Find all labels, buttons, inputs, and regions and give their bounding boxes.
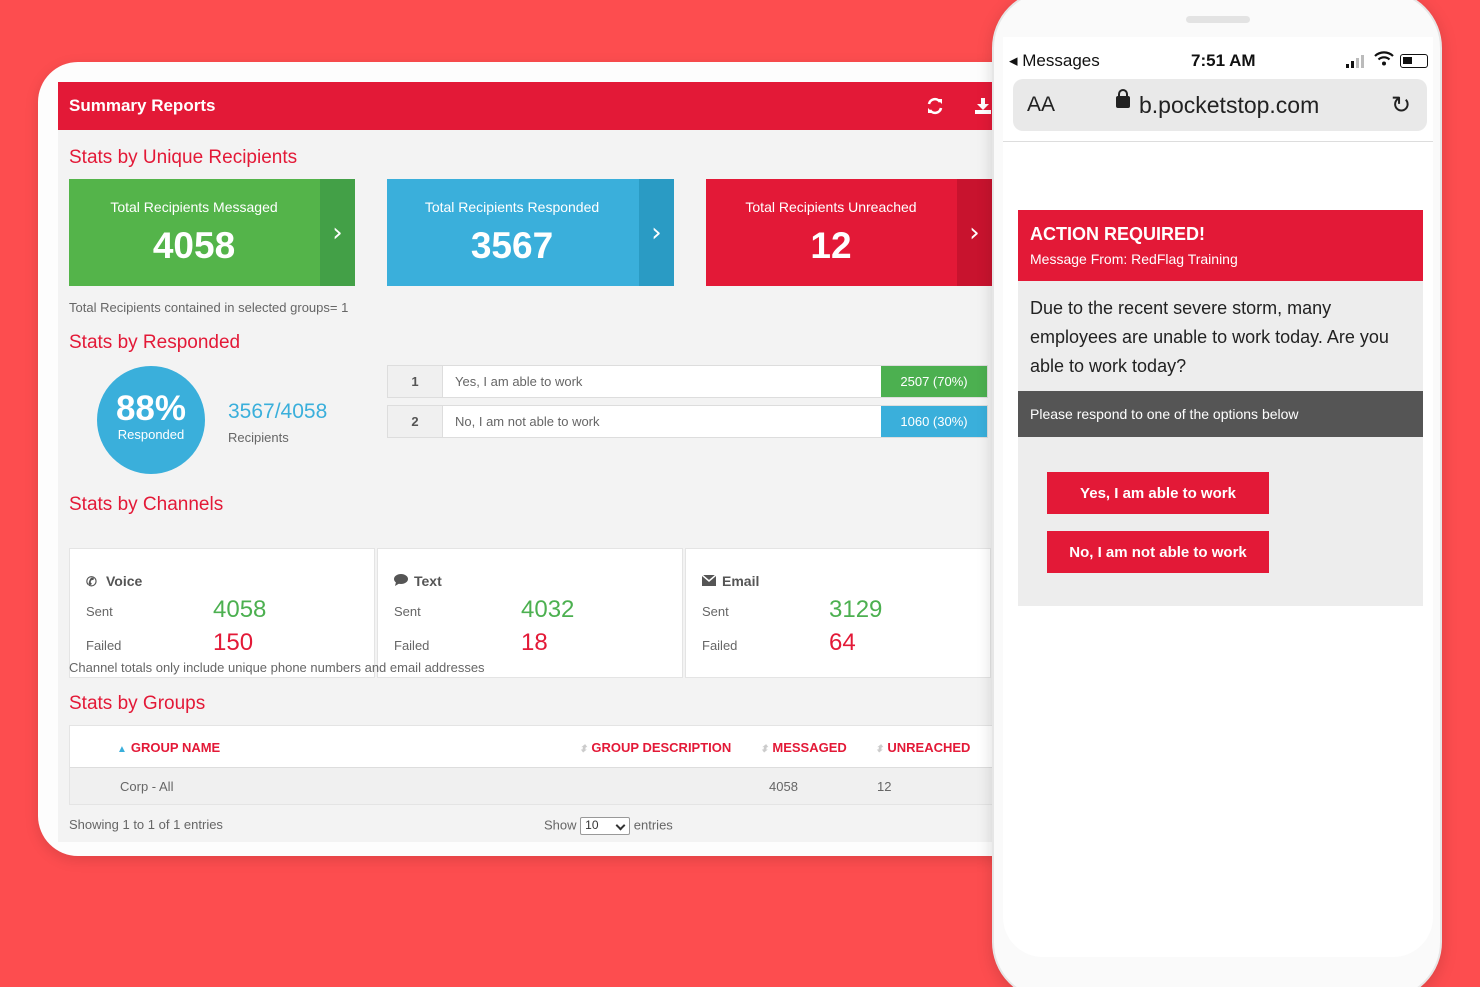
sent-label: Sent <box>702 604 729 619</box>
signal-icon <box>1346 55 1364 68</box>
reload-icon[interactable]: ↻ <box>1391 91 1411 119</box>
cell-unreached: 12 <box>877 779 892 794</box>
card-value: 4058 <box>152 225 236 266</box>
page-length-control: Show 10 entries <box>544 817 673 835</box>
table-row[interactable]: Corp - All 4058 12 <box>70 768 1017 804</box>
divider <box>1003 141 1433 142</box>
response-count: 2507 (70%) <box>881 366 987 397</box>
responded-percent-label: Responded <box>117 427 185 442</box>
chat-bubble-icon <box>394 574 410 589</box>
tablet-frame: Summary Reports Stats by Unique Recipien… <box>38 62 1038 856</box>
phone-icon: ✆ <box>86 574 97 589</box>
section-title-unique: Stats by Unique Recipients <box>69 147 298 168</box>
sent-label: Sent <box>394 604 421 619</box>
card-label: Total Recipients Unreached <box>745 199 917 215</box>
failed-value: 64 <box>829 629 856 656</box>
message-title: ACTION REQUIRED! <box>1030 224 1205 244</box>
channel-voice: ✆ Voice Sent 4058 Failed 150 <box>69 548 375 678</box>
responded-percent-circle: 88% Responded <box>97 366 205 474</box>
phone-screen: ◂ Messages 7:51 AM AA b.pocketstop.com ↻… <box>1003 37 1433 957</box>
failed-label: Failed <box>86 638 122 653</box>
response-number: 1 <box>388 366 443 397</box>
recipients-note: Total Recipients contained in selected g… <box>69 300 349 315</box>
message-card: ACTION REQUIRED! Message From: RedFlag T… <box>1018 210 1423 606</box>
text-size-button[interactable]: AA <box>1027 93 1055 117</box>
response-count: 1060 (30%) <box>881 406 987 437</box>
wifi-icon <box>1374 50 1394 70</box>
chevron-right-icon[interactable]: › <box>320 179 355 286</box>
section-title-channels: Stats by Channels <box>69 494 224 515</box>
sent-value: 3129 <box>829 596 883 623</box>
card-unreached[interactable]: Total Recipients Unreached 12 › <box>706 179 992 286</box>
message-from: Message From: RedFlag Training <box>1030 251 1238 267</box>
response-number: 2 <box>388 406 443 437</box>
sort-icon: ⬍ <box>579 744 588 755</box>
page-title: Summary Reports <box>69 96 216 115</box>
battery-icon <box>1400 54 1428 68</box>
card-value: 3567 <box>470 225 554 266</box>
url-text: b.pocketstop.com <box>1139 92 1320 118</box>
failed-value: 18 <box>521 629 548 656</box>
refresh-icon[interactable] <box>911 82 959 130</box>
col-messaged[interactable]: ⬍ MESSAGED <box>760 740 847 755</box>
card-label: Total Recipients Responded <box>424 199 600 215</box>
summary-reports-screen: Summary Reports Stats by Unique Recipien… <box>58 82 1018 842</box>
card-value: 12 <box>810 225 852 266</box>
status-time: 7:51 AM <box>1191 51 1256 70</box>
status-bar: ◂ Messages 7:51 AM <box>1003 49 1433 73</box>
channel-name: Voice <box>106 573 143 589</box>
response-text: Yes, I am able to work <box>455 374 583 389</box>
cell-group-name: Corp - All <box>120 779 174 794</box>
section-title-responded: Stats by Responded <box>69 332 241 353</box>
failed-label: Failed <box>394 638 430 653</box>
sort-asc-icon: ▲ <box>117 744 127 755</box>
col-group-name[interactable]: ▲ GROUP NAME <box>117 740 220 755</box>
card-responded[interactable]: Total Recipients Responded 3567 › <box>387 179 674 286</box>
col-unreached[interactable]: ⬍ UNREACHED <box>875 740 970 755</box>
groups-table: ▲ GROUP NAME ⬍ GROUP DESCRIPTION ⬍ MESSAGED… <box>69 725 1018 805</box>
table-info: Showing 1 to 1 of 1 entries <box>69 817 223 832</box>
show-label: Show <box>544 817 577 833</box>
response-text: No, I am not able to work <box>455 414 600 429</box>
sort-icon: ⬍ <box>760 744 769 755</box>
sent-value: 4058 <box>213 596 267 623</box>
message-prompt: Please respond to one of the options bel… <box>1018 391 1423 437</box>
col-group-description[interactable]: ⬍ GROUP DESCRIPTION <box>579 740 731 755</box>
response-row: 2 No, I am not able to work 1060 (30%) <box>387 405 988 438</box>
app-bar: Summary Reports <box>58 82 1018 130</box>
envelope-icon <box>701 574 718 589</box>
message-header: ACTION REQUIRED! Message From: RedFlag T… <box>1018 210 1423 281</box>
responded-ratio: 3567/4058 <box>228 400 328 423</box>
channel-name: Email <box>722 573 760 589</box>
channels-note: Channel totals only include unique phone… <box>69 660 485 675</box>
channel-text: Text Sent 4032 Failed 18 <box>377 548 683 678</box>
entries-label: entries <box>633 817 673 833</box>
channel-email: Email Sent 3129 Failed 64 <box>685 548 991 678</box>
channel-name: Text <box>414 573 442 589</box>
card-label: Total Recipients Messaged <box>110 199 278 215</box>
chevron-right-icon[interactable]: › <box>639 179 674 286</box>
sent-value: 4032 <box>521 596 575 623</box>
back-to-messages[interactable]: ◂ Messages <box>1009 51 1100 71</box>
page-length-select[interactable]: 10 <box>580 817 631 835</box>
phone-frame: ◂ Messages 7:51 AM AA b.pocketstop.com ↻… <box>992 0 1442 987</box>
card-messaged[interactable]: Total Recipients Messaged 4058 › <box>69 179 355 286</box>
responded-ratio-label: Recipients <box>228 430 289 445</box>
sent-label: Sent <box>86 604 113 619</box>
cell-messaged: 4058 <box>769 779 798 794</box>
response-row: 1 Yes, I am able to work 2507 (70%) <box>387 365 988 398</box>
option-yes-button[interactable]: Yes, I am able to work <box>1047 472 1269 514</box>
option-no-button[interactable]: No, I am not able to work <box>1047 531 1269 573</box>
failed-label: Failed <box>702 638 738 653</box>
chevron-right-icon[interactable]: › <box>957 179 992 286</box>
message-body: Due to the recent severe storm, many emp… <box>1030 298 1389 376</box>
sort-icon: ⬍ <box>875 744 884 755</box>
table-header: ▲ GROUP NAME ⬍ GROUP DESCRIPTION ⬍ MESSAGED… <box>70 726 1017 768</box>
responded-percent: 88% <box>115 389 187 428</box>
section-title-groups: Stats by Groups <box>69 693 206 714</box>
failed-value: 150 <box>213 629 254 656</box>
speaker <box>1186 16 1250 23</box>
address-bar[interactable]: AA b.pocketstop.com ↻ <box>1013 79 1427 131</box>
